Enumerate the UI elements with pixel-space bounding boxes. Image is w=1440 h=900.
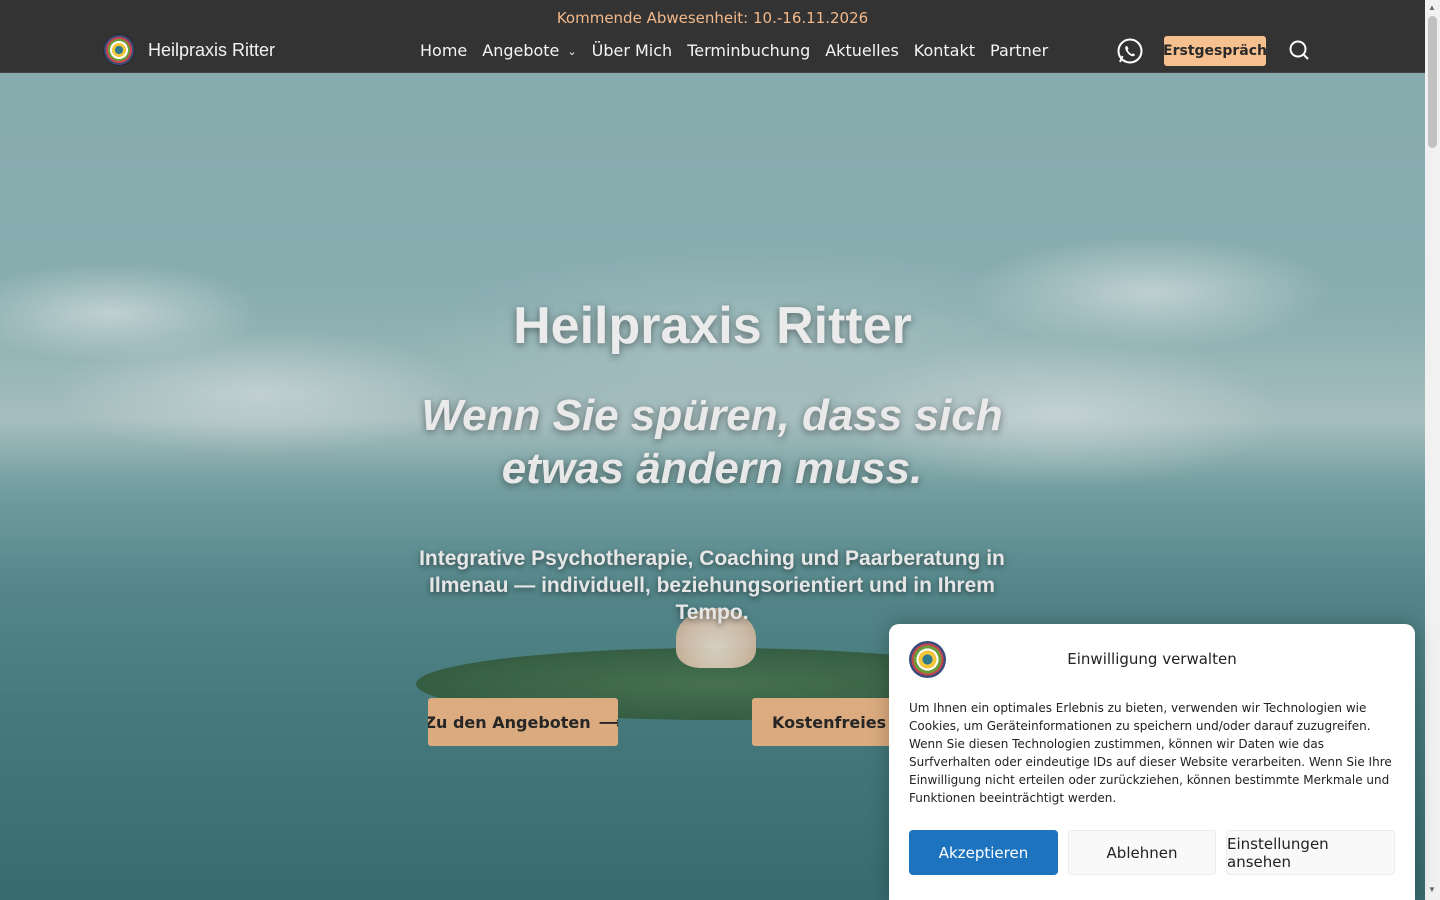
- accept-button[interactable]: Akzeptieren: [909, 830, 1058, 875]
- offers-button-label[interactable]: Zu den Angeboten: [428, 713, 591, 732]
- consent-title: Einwilligung verwalten: [1067, 650, 1237, 668]
- cookie-consent-dialog: Einwilligung verwalten Um Ihnen ein opti…: [889, 624, 1415, 900]
- deny-button[interactable]: Ablehnen: [1068, 830, 1216, 875]
- nav-item-terminbuchung[interactable]: Terminbuchung: [687, 41, 810, 60]
- scrollbar-thumb[interactable]: [1428, 16, 1437, 148]
- lotus-flower-image: [676, 608, 756, 668]
- scroll-up-arrow-icon[interactable]: ▲: [1428, 3, 1436, 12]
- practice-logo: [104, 35, 134, 65]
- hero-subtitle: Wenn Sie spüren, dass sich etwas ändern …: [421, 391, 1003, 493]
- nav-item-ueber-mich[interactable]: Über Mich: [592, 41, 673, 60]
- nav-item-partner[interactable]: Partner: [990, 41, 1048, 60]
- nav-item-angebote[interactable]: Angebote ⌄: [482, 41, 576, 60]
- offers-button[interactable]: Zu den Angeboten ⟶: [428, 698, 618, 746]
- nav-item-angebote-label[interactable]: Angebote: [482, 41, 559, 60]
- nav-item-home[interactable]: Home: [420, 41, 467, 60]
- absence-notice: Kommende Abwesenheit: 10.-16.11.2026: [556, 9, 869, 27]
- hero-title: Heilpraxis Ritter: [513, 297, 912, 355]
- chevron-down-icon[interactable]: ⌄: [567, 45, 576, 58]
- view-settings-button[interactable]: Einstellungen ansehen: [1226, 830, 1395, 875]
- nav-item-aktuelles[interactable]: Aktuelles: [825, 41, 899, 60]
- site-brand[interactable]: Heilpraxis Ritter: [104, 35, 275, 65]
- whatsapp-icon[interactable]: [1116, 37, 1144, 65]
- site-header: Kommende Abwesenheit: 10.-16.11.2026 Hei…: [0, 0, 1425, 73]
- page-scrollbar[interactable]: ▲ ▼: [1425, 0, 1440, 900]
- hero-description: Integrative Psychotherapie, Coaching und…: [419, 547, 1005, 624]
- brand-name[interactable]: Heilpraxis Ritter: [148, 40, 275, 61]
- main-nav: Home Angebote ⌄ Über Mich Terminbuchung A…: [420, 41, 1048, 60]
- consent-text: Um Ihnen ein optimales Erlebnis zu biete…: [909, 701, 1392, 805]
- search-icon[interactable]: [1288, 39, 1310, 61]
- scroll-down-arrow-icon[interactable]: ▼: [1428, 885, 1436, 894]
- nav-item-kontakt[interactable]: Kontakt: [914, 41, 975, 60]
- arrow-right-icon[interactable]: ⟶: [599, 713, 618, 732]
- first-consultation-button[interactable]: Erstgespräch: [1163, 36, 1267, 66]
